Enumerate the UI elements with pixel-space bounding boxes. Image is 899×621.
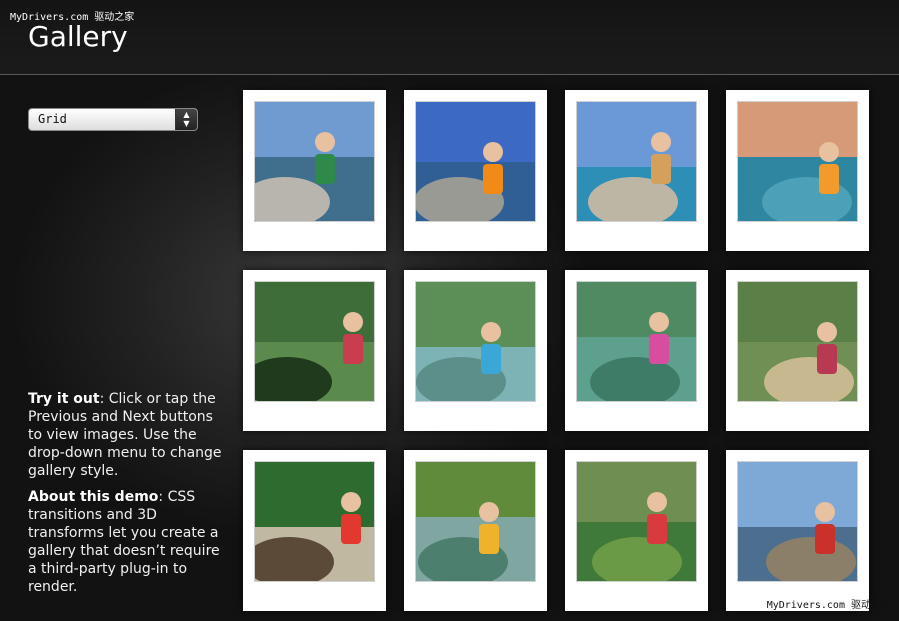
gallery-photo [737,101,858,222]
gallery-photo [576,461,697,582]
gallery-photo [254,461,375,582]
photo-image [577,282,696,401]
gallery-photo [576,281,697,402]
gallery-photo-card[interactable] [565,270,708,431]
gallery-page: MyDrivers.com 驱动之家 Gallery Grid ▲ ▼ Try i… [0,0,899,621]
photo-image [738,282,857,401]
photo-image [416,102,535,221]
gallery-photo-card[interactable] [726,270,869,431]
gallery-photo-card[interactable] [726,90,869,251]
gallery-photo-card[interactable] [404,90,547,251]
gallery-photo-card[interactable] [243,450,386,611]
header-bar: MyDrivers.com 驱动之家 Gallery [0,0,899,75]
about-demo-paragraph: About this demo: CSS transitions and 3D … [28,488,223,596]
gallery-photo [254,101,375,222]
photo-image [416,462,535,581]
gallery-style-value: Grid [38,112,67,126]
photo-image [255,462,374,581]
photo-image [255,282,374,401]
photo-image [416,282,535,401]
gallery-photo [737,461,858,582]
gallery-photo-card[interactable] [243,270,386,431]
gallery-photo [576,101,697,222]
gallery-photo-card[interactable] [565,450,708,611]
gallery-photo [737,281,858,402]
up-down-arrows-icon: ▲ ▼ [175,109,197,130]
gallery-photo-card[interactable] [404,270,547,431]
gallery-photo [415,461,536,582]
gallery-photo-card[interactable] [726,450,869,611]
gallery-photo [415,101,536,222]
info-panel: Try it out: Click or tap the Previous an… [28,390,223,604]
gallery-style-select[interactable]: Grid ▲ ▼ [28,108,198,131]
gallery-photo-card[interactable] [243,90,386,251]
try-it-out-paragraph: Try it out: Click or tap the Previous an… [28,390,223,480]
gallery-photo [254,281,375,402]
photo-image [255,102,374,221]
page-title: Gallery [28,20,128,53]
photo-image [577,102,696,221]
photo-image [738,102,857,221]
photo-image [577,462,696,581]
watermark-bottom: MyDrivers.com 驱动之家 [766,600,891,611]
about-demo-title: About this demo [28,489,159,505]
gallery-photo [415,281,536,402]
photo-image [738,462,857,581]
gallery-photo-card[interactable] [404,450,547,611]
photo-grid [243,90,873,621]
try-it-out-title: Try it out [28,391,100,407]
gallery-photo-card[interactable] [565,90,708,251]
